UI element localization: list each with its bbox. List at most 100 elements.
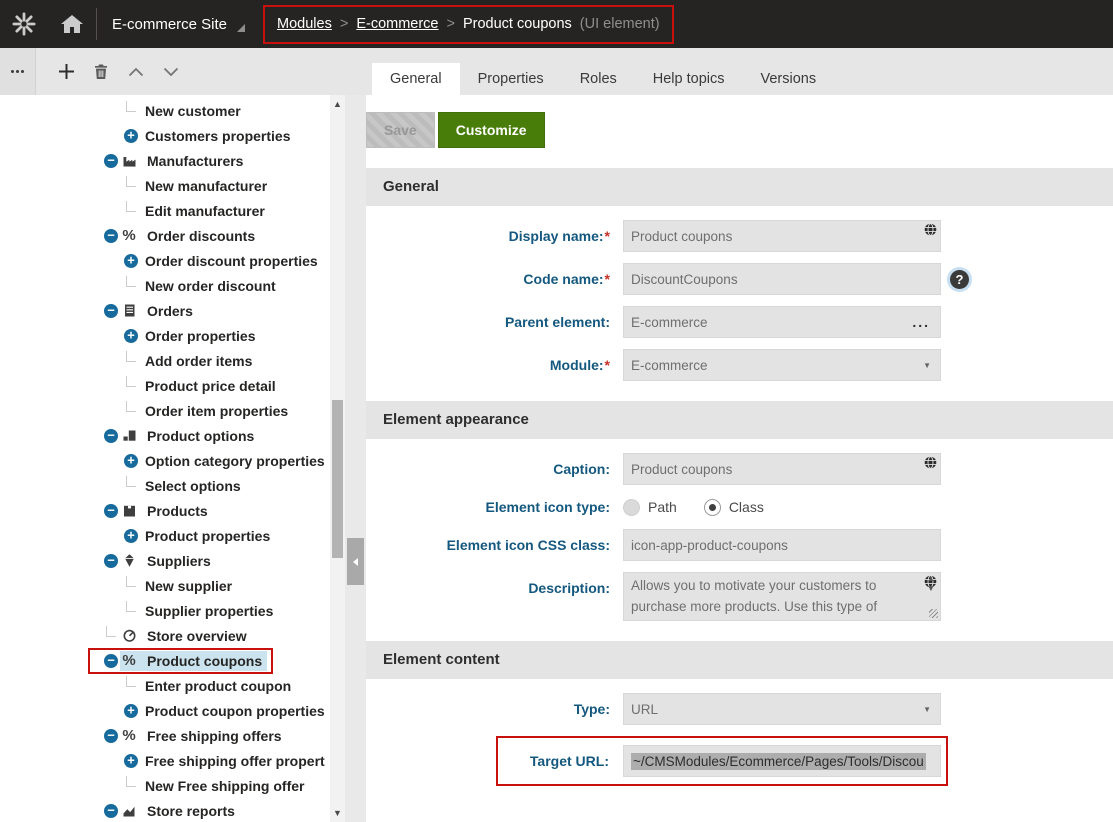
tree-item-select-options[interactable]: Select options [0,473,345,498]
expand-node-icon[interactable]: + [122,329,140,343]
target-url-input[interactable]: ~/CMSModules/Ecommerce/Pages/Tools/Disco… [623,745,941,777]
scroll-up-icon[interactable]: ▲ [330,99,345,109]
tree-item-new-manufacturer[interactable]: New manufacturer [0,173,345,198]
resize-grip-icon[interactable] [929,609,938,618]
tab-general[interactable]: General [372,63,460,95]
scroll-down-icon[interactable]: ▼ [927,584,935,594]
collapse-panel-button[interactable] [347,538,364,585]
expand-node-icon[interactable]: + [122,529,140,543]
delete-element-button[interactable] [91,62,111,82]
breadcrumb-link-modules[interactable]: Modules [277,16,332,32]
type-select[interactable]: URL▼ [623,693,941,725]
tree-connector [122,110,140,112]
expand-node-icon[interactable]: + [122,704,140,718]
collapse-node-icon[interactable]: − [102,429,120,443]
expand-node-icon[interactable]: + [122,129,140,143]
collapse-node-icon[interactable]: − [102,504,120,518]
tree-item-label: Orders [142,301,198,321]
more-options-button[interactable] [0,48,36,95]
description-textarea[interactable]: Allows you to motivate your customers to… [623,572,941,621]
tree-item-order-properties[interactable]: +Order properties [0,323,345,348]
move-up-button[interactable] [126,62,146,82]
tree-scrollbar-thumb[interactable] [332,400,343,558]
textarea-scrollbar[interactable]: ▲▼ [923,574,939,594]
radio-class[interactable] [704,499,721,516]
tab-properties[interactable]: Properties [460,63,562,95]
parent-element-input[interactable]: E-commerce... [623,306,941,338]
localize-globe-icon[interactable] [924,223,937,236]
element-icon-css-class-input[interactable]: icon-app-product-coupons [623,529,941,561]
breadcrumb-link-e-commerce[interactable]: E-commerce [356,16,438,32]
tree-item-add-order-items[interactable]: Add order items [0,348,345,373]
tree-connector [122,685,140,687]
collapse-node-icon[interactable]: − [102,229,120,243]
section-title-general: General [366,168,1113,206]
tree-item-enter-product-coupon[interactable]: Enter product coupon [0,673,345,698]
collapse-node-icon[interactable]: − [102,654,120,668]
module-select[interactable]: E-commerce▼ [623,349,941,381]
tree-item-new-free-shipping-offer[interactable]: New Free shipping offer [0,773,345,798]
display-name-input[interactable]: Product coupons [623,220,941,252]
tree-item-new-supplier[interactable]: New supplier [0,573,345,598]
expand-node-icon[interactable]: + [122,454,140,468]
tree-connector [122,210,140,212]
tree-toolbar [0,48,345,95]
tree-item-customers-properties[interactable]: +Customers properties [0,123,345,148]
dropdown-caret-icon[interactable]: ▼ [923,361,931,370]
radio-path[interactable] [623,499,640,516]
tree-item-store-overview[interactable]: Store overview [0,623,345,648]
tree-item-new-customer[interactable]: New customer [0,98,345,123]
collapse-node-icon[interactable]: − [102,804,120,818]
caption-input[interactable]: Product coupons [623,453,941,485]
site-selector[interactable]: E-commerce Site [97,16,261,33]
tree-item-product-options[interactable]: −Product options [0,423,345,448]
plus-icon [58,63,75,80]
tree-item-product-properties[interactable]: +Product properties [0,523,345,548]
form-actions: Save Customize [366,112,1113,148]
collapse-node-icon[interactable]: − [102,304,120,318]
dropdown-caret-icon[interactable]: ▼ [923,705,931,714]
expand-node-icon[interactable]: + [122,754,140,768]
tree-scrollbar[interactable]: ▲ ▼ [330,95,345,822]
minus-circle-icon: − [104,504,118,518]
scroll-down-icon[interactable]: ▼ [330,808,345,818]
localize-globe-icon[interactable] [924,456,937,469]
collapse-node-icon[interactable]: − [102,729,120,743]
tree-item-store-reports[interactable]: −Store reports [0,798,345,822]
tree-item-free-shipping-offers[interactable]: −%Free shipping offers [0,723,345,748]
expand-node-icon[interactable]: + [122,254,140,268]
tree-item-products[interactable]: −Products [0,498,345,523]
tree-item-supplier-properties[interactable]: Supplier properties [0,598,345,623]
tree-item-orders[interactable]: − Orders [0,298,345,323]
scroll-up-icon[interactable]: ▲ [927,574,935,584]
tree-item-manufacturers[interactable]: −Manufacturers [0,148,345,173]
tree-item-suppliers[interactable]: −Suppliers [0,548,345,573]
tab-versions[interactable]: Versions [743,63,835,95]
collapse-node-icon[interactable]: − [102,554,120,568]
add-element-button[interactable] [56,62,76,82]
customize-button[interactable]: Customize [438,112,545,148]
tree-item-edit-manufacturer[interactable]: Edit manufacturer [0,198,345,223]
select-item-button[interactable]: ... [912,314,930,330]
help-icon[interactable]: ? [950,270,969,289]
tree-item-free-shipping-offer-propert[interactable]: +Free shipping offer propert [0,748,345,773]
tree-item-order-discount-properties[interactable]: +Order discount properties [0,248,345,273]
tree-item-order-item-properties[interactable]: Order item properties [0,398,345,423]
tree-item-product-coupon-properties[interactable]: +Product coupon properties [0,698,345,723]
tree-item-label: New manufacturer [140,176,272,196]
tree-item-product-price-detail[interactable]: Product price detail [0,373,345,398]
tree-item-product-coupons[interactable]: −%Product coupons [0,648,345,673]
tab-roles[interactable]: Roles [562,63,635,95]
code-name-input[interactable]: DiscountCoupons [623,263,941,295]
tree-item-option-category-properties[interactable]: +Option category properties [0,448,345,473]
move-down-button[interactable] [161,62,181,82]
panel-splitter[interactable] [345,95,366,822]
tab-help-topics[interactable]: Help topics [635,63,743,95]
tree-item-new-order-discount[interactable]: New order discount [0,273,345,298]
collapse-node-icon[interactable]: − [102,154,120,168]
applications-menu-button[interactable] [0,0,48,48]
tree-item-order-discounts[interactable]: −%Order discounts [0,223,345,248]
factory-icon [120,153,138,168]
tree-item-label: Order item properties [140,401,293,421]
home-button[interactable] [48,0,96,48]
